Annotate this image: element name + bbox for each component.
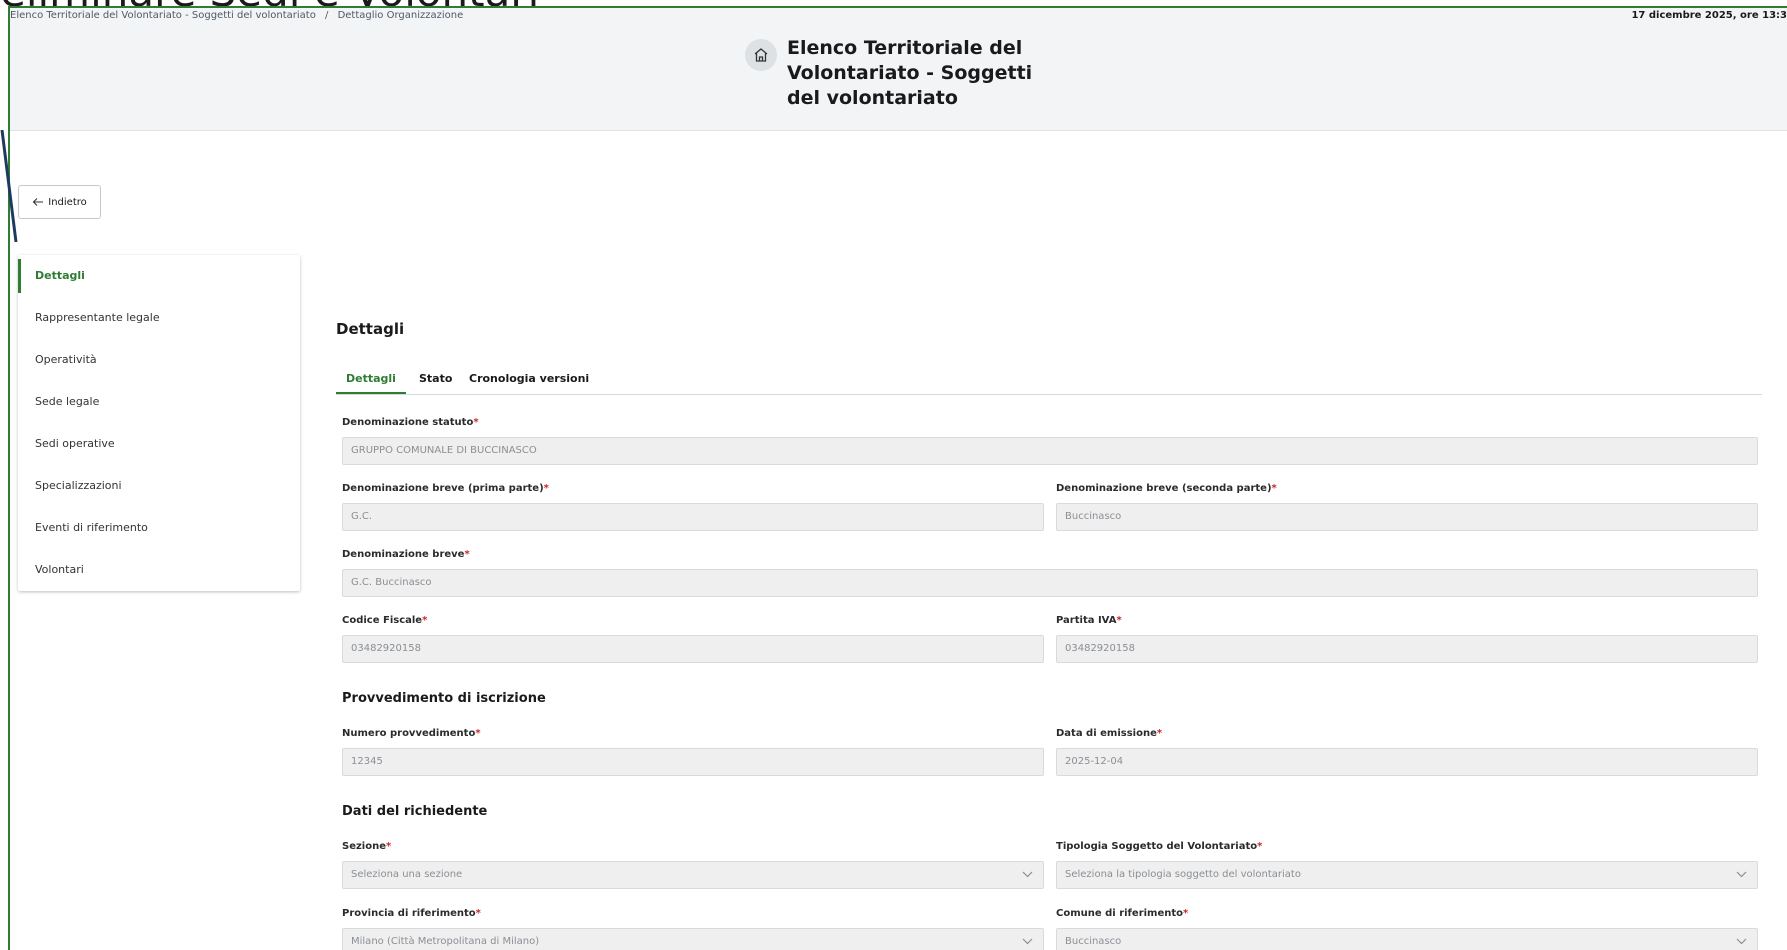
- chevron-down-icon: [1022, 871, 1033, 878]
- sidebar-item-specializzazioni[interactable]: Specializzazioni: [18, 465, 300, 507]
- denominazione-statuto-field[interactable]: GRUPPO COMUNALE DI BUCCINASCO: [342, 437, 1758, 465]
- app-title: Elenco Territoriale del Volontariato - S…: [787, 37, 1033, 109]
- label-data-emissione: Data di emissione*: [1056, 728, 1163, 739]
- comune-select[interactable]: Buccinasco: [1056, 928, 1758, 950]
- sezione-placeholder: Seleziona una sezione: [351, 869, 463, 880]
- tab-bar: Dettagli Stato Cronologia versioni: [336, 363, 1762, 395]
- breadcrumb-home-link[interactable]: Elenco Territoriale del Volontariato - S…: [10, 10, 316, 21]
- label-codice-fiscale: Codice Fiscale*: [342, 615, 428, 626]
- home-icon[interactable]: [745, 39, 777, 71]
- comune-value: Buccinasco: [1065, 936, 1122, 947]
- data-emissione-field[interactable]: 2025-12-04: [1056, 748, 1758, 776]
- partita-iva-field[interactable]: 03482920158: [1056, 635, 1758, 663]
- chevron-down-icon: [1736, 871, 1747, 878]
- arrow-left-icon: [32, 198, 44, 206]
- page-title: Dettagli: [336, 320, 405, 338]
- sidebar-item-operativita[interactable]: Operatività: [18, 339, 300, 381]
- codice-fiscale-field[interactable]: 03482920158: [342, 635, 1044, 663]
- sidebar-item-volontari[interactable]: Volontari: [18, 549, 300, 591]
- numero-provvedimento-field[interactable]: 12345: [342, 748, 1044, 776]
- current-datetime: 17 dicembre 2025, ore 13:3: [1631, 10, 1787, 21]
- sidebar-item-eventi[interactable]: Eventi di riferimento: [18, 507, 300, 549]
- label-denominazione-statuto: Denominazione statuto*: [342, 417, 479, 428]
- breadcrumb-current: Dettaglio Organizzazione: [337, 10, 464, 21]
- label-sezione: Sezione*: [342, 841, 392, 852]
- tab-dettagli[interactable]: Dettagli: [346, 372, 396, 385]
- sidebar-nav: Dettagli Rappresentante legale Operativi…: [18, 255, 300, 591]
- active-tab-indicator: [336, 392, 406, 394]
- app-frame: Elenco Territoriale del Volontariato - S…: [8, 6, 1787, 950]
- app-header: Elenco Territoriale del Volontariato - S…: [10, 8, 1787, 131]
- tab-cronologia-versioni[interactable]: Cronologia versioni: [469, 372, 589, 385]
- label-comune: Comune di riferimento*: [1056, 908, 1189, 919]
- breadcrumb-separator: /: [325, 10, 329, 21]
- sezione-select[interactable]: Seleziona una sezione: [342, 861, 1044, 889]
- sidebar-item-rappresentante-legale[interactable]: Rappresentante legale: [18, 297, 300, 339]
- label-tipologia: Tipologia Soggetto del Volontariato*: [1056, 841, 1263, 852]
- den-breve-prima-field[interactable]: G.C.: [342, 503, 1044, 531]
- sidebar-item-dettagli[interactable]: Dettagli: [18, 255, 300, 297]
- label-numero-provvedimento: Numero provvedimento*: [342, 728, 481, 739]
- tipologia-placeholder: Seleziona la tipologia soggetto del volo…: [1065, 869, 1301, 880]
- label-den-breve: Denominazione breve*: [342, 549, 470, 560]
- subsection-provvedimento: Provvedimento di iscrizione: [342, 691, 546, 706]
- back-button[interactable]: Indietro: [18, 185, 101, 219]
- breadcrumb: Elenco Territoriale del Volontariato - S…: [10, 10, 469, 21]
- subsection-richiedente: Dati del richiedente: [342, 804, 488, 819]
- sidebar-item-sedi-operative[interactable]: Sedi operative: [18, 423, 300, 465]
- provincia-select[interactable]: Milano (Città Metropolitana di Milano): [342, 928, 1044, 950]
- den-breve-field[interactable]: G.C. Buccinasco: [342, 569, 1758, 597]
- tipologia-select[interactable]: Seleziona la tipologia soggetto del volo…: [1056, 861, 1758, 889]
- chevron-down-icon: [1022, 938, 1033, 945]
- chevron-down-icon: [1736, 938, 1747, 945]
- app-brand[interactable]: Elenco Territoriale del Volontariato - S…: [745, 36, 1047, 111]
- provincia-value: Milano (Città Metropolitana di Milano): [351, 936, 540, 947]
- label-provincia: Provincia di riferimento*: [342, 908, 481, 919]
- back-button-label: Indietro: [48, 196, 87, 208]
- label-den-breve-prima: Denominazione breve (prima parte)*: [342, 483, 549, 494]
- den-breve-seconda-field[interactable]: Buccinasco: [1056, 503, 1758, 531]
- sidebar-item-sede-legale[interactable]: Sede legale: [18, 381, 300, 423]
- label-partita-iva: Partita IVA*: [1056, 615, 1122, 626]
- annotation-arrow-line: [0, 130, 18, 243]
- tab-stato[interactable]: Stato: [419, 372, 452, 385]
- label-den-breve-seconda: Denominazione breve (seconda parte)*: [1056, 483, 1277, 494]
